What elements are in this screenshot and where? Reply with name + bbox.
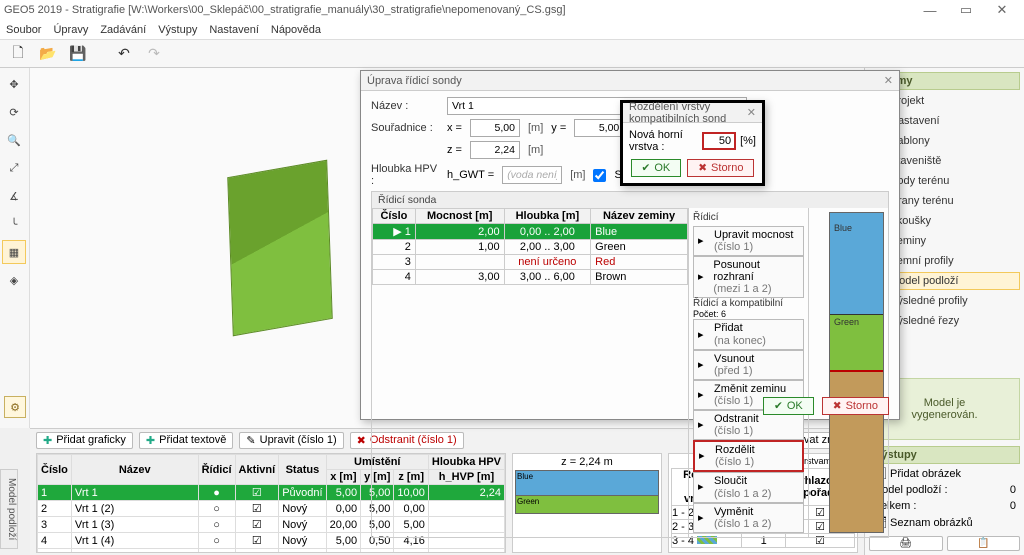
menu-soubor[interactable]: Soubor [6, 24, 41, 36]
table-row[interactable]: 5Vrt 1 (5)○☑Nový5,009,502,32 [38, 549, 505, 554]
app-title: GEO5 2019 - Stratigrafie [W:\Workers\00_… [4, 4, 566, 16]
layer-action-button[interactable]: ▸Upravit mocnost(číslo 1) [693, 226, 804, 256]
layer-action-button[interactable]: ▸Posunout rozhraní(mezi 1 a 2) [693, 256, 804, 298]
menu-upravy[interactable]: Úpravy [53, 24, 88, 36]
coord-label: Souřadnice : [371, 122, 439, 134]
window-titlebar: GEO5 2019 - Stratigrafie [W:\Workers\00_… [0, 0, 1024, 20]
menu-nastaveni[interactable]: Nastavení [209, 24, 259, 36]
redo-icon[interactable]: ↷ [142, 42, 166, 66]
name-label: Název : [371, 100, 439, 112]
terrain-model [227, 160, 333, 337]
layer-row[interactable]: ▶ 12,000,00 .. 2,00Blue [373, 224, 688, 240]
zoom-icon[interactable]: 🔍 [2, 128, 26, 152]
layers-table[interactable]: ČísloMocnost [m]Hloubka [m]Název zeminy … [372, 208, 688, 537]
menu-vystupy[interactable]: Výstupy [158, 24, 197, 36]
open-file-icon[interactable]: 📂 [36, 42, 60, 66]
edit-button[interactable]: ✎Upravit (číslo 1) [239, 432, 343, 449]
add-graphically-button[interactable]: ✚Přidat graficky [36, 432, 133, 449]
split-value-input[interactable] [702, 132, 736, 150]
hpv-label: Hloubka HPV : [371, 163, 439, 187]
dialog-cancel-button[interactable]: ✖ Storno [822, 397, 889, 415]
window-minimize[interactable]: — [912, 3, 948, 18]
fit-icon[interactable]: ⤢ [2, 156, 26, 180]
layer-action-button[interactable]: ▸Sloučit(číslo 1 a 2) [693, 472, 804, 502]
rotate-icon[interactable]: ⟳ [2, 100, 26, 124]
dialog-ok-button[interactable]: ✔ OK [763, 397, 814, 415]
hpv-input[interactable] [502, 166, 562, 184]
split-dialog-close-icon[interactable]: ✕ [747, 106, 756, 119]
new-file-icon[interactable]: 🗋 [6, 42, 30, 66]
add-text-button[interactable]: ✚Přidat textově [139, 432, 233, 449]
split-dialog-title: Rozdělení vrstvy kompatibilních sond [629, 101, 747, 125]
split-layer-dialog: Rozdělení vrstvy kompatibilních sond✕ No… [620, 100, 765, 186]
window-close[interactable]: ✕ [984, 2, 1020, 18]
main-toolbar: 🗋 📂 💾 ↶ ↷ [0, 40, 1024, 68]
split-ok-button[interactable]: ✔ OK [631, 159, 682, 177]
menu-zadavani[interactable]: Zadávání [100, 24, 146, 36]
measure-icon[interactable]: ∡ [2, 184, 26, 208]
dialog-title: Úprava řídicí sondy [367, 75, 462, 87]
layer-action-button[interactable]: ▸Vyměnit(číslo 1 a 2) [693, 503, 804, 533]
split-cancel-button[interactable]: ✖ Storno [687, 159, 754, 177]
settings-gear-icon[interactable]: ⚙ [4, 396, 26, 418]
z-input[interactable] [470, 141, 520, 159]
y-input[interactable] [574, 119, 624, 137]
dialog-close-icon[interactable]: ✕ [884, 74, 893, 87]
section-header: Řídicí sonda [372, 192, 888, 208]
x-input[interactable] [470, 119, 520, 137]
bottom-tab[interactable]: Model podloží [0, 469, 18, 549]
save-file-icon[interactable]: 💾 [66, 42, 90, 66]
undo-icon[interactable]: ↶ [112, 42, 136, 66]
menubar: Soubor Úpravy Zadávání Výstupy Nastavení… [0, 20, 1024, 40]
strat-column: Blue Green Brown [808, 208, 888, 537]
layer-row[interactable]: 43,003,00 .. 6,00Brown [373, 270, 688, 285]
window-maximize[interactable]: ▭ [948, 2, 984, 18]
layer-action-button[interactable]: ▸Rozdělit(číslo 1) [693, 440, 804, 472]
layer-row[interactable]: 21,002,00 .. 3,00Green [373, 240, 688, 255]
split-label: Nová horní vrstva : [629, 129, 698, 153]
menu-napoveda[interactable]: Nápověda [271, 24, 321, 36]
layer-row[interactable]: 3není určenoRed [373, 255, 688, 270]
split-unit: [%] [740, 135, 756, 147]
layer-action-button[interactable]: ▸Vsunout(před 1) [693, 350, 804, 380]
view-toolbar: ✥ ⟳ 🔍 ⤢ ∡ ╰ ▦ ◈ [0, 68, 30, 428]
layer-actions: Řídicí ▸Upravit mocnost(číslo 1)▸Posunou… [688, 208, 808, 537]
axis-icon[interactable]: ╰ [2, 212, 26, 236]
cube-icon[interactable]: ▦ [2, 240, 26, 264]
copy-view-button[interactable]: 📋 [947, 536, 1021, 551]
layer-action-button[interactable]: ▸Přidat(na konec) [693, 319, 804, 349]
layers-icon[interactable]: ◈ [2, 268, 26, 292]
pan-icon[interactable]: ✥ [2, 72, 26, 96]
active-checkbox[interactable] [593, 169, 606, 182]
